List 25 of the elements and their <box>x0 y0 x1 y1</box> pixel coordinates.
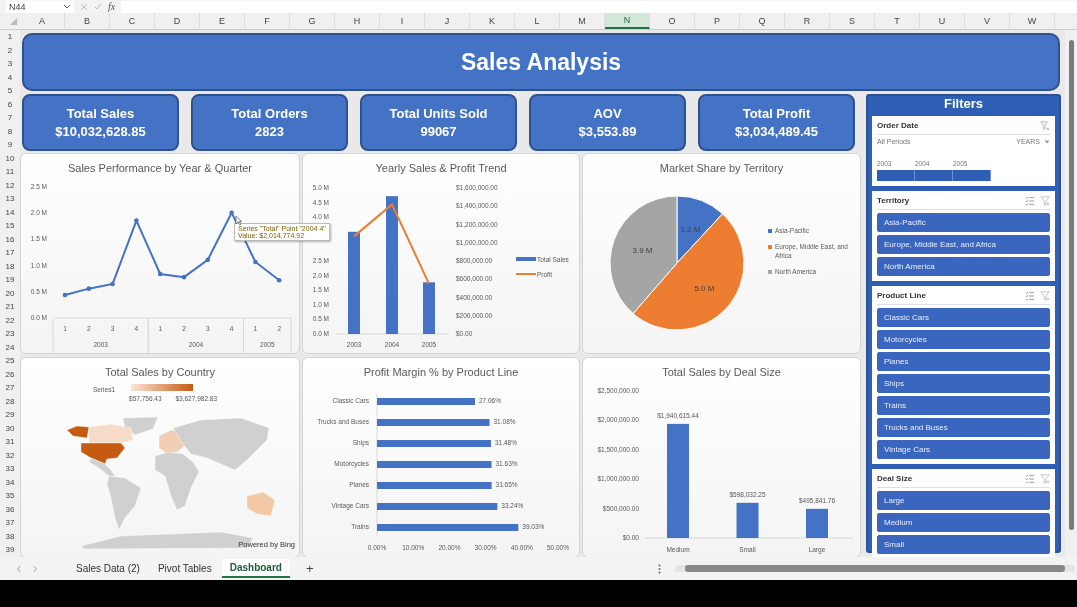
slicer-title: Product Line <box>877 291 927 300</box>
dashboard-title: Sales Analysis <box>22 33 1060 91</box>
chart-title: Total Sales by Deal Size <box>661 365 782 380</box>
data-label: 3.9 M <box>632 246 653 256</box>
chart-title: Profit Margin % by Product Line <box>362 365 520 380</box>
slicer-title: Territory <box>877 196 911 205</box>
kpi-value: $3,553.89 <box>578 124 637 139</box>
kpi-label: Total Profit <box>742 106 811 121</box>
kpi-value: $3,034,489.45 <box>734 124 819 139</box>
filters-title: Filters <box>943 96 984 111</box>
chart-title: Yearly Sales & Profit Trend <box>374 161 508 176</box>
data-label: 1.2 M <box>680 224 701 234</box>
chart-title: Sales Performance by Year & Quarter <box>66 161 253 176</box>
chart-title: Total Sales by Country <box>103 365 217 380</box>
kpi-label: Total Sales <box>66 106 135 121</box>
chart-title: Market Share by Territory <box>658 161 785 176</box>
data-label: 5.0 M <box>694 283 715 293</box>
kpi-value: 2823 <box>255 124 284 139</box>
kpi-label: AOV <box>593 106 622 121</box>
kpi-value: $10,032,628.85 <box>55 124 146 139</box>
kpi-value: 99067 <box>420 124 457 139</box>
kpi-label: Total Orders <box>231 106 308 121</box>
slicer-title: Deal Size <box>877 474 914 483</box>
slicer-title: Order Date <box>877 121 920 130</box>
kpi-label: Total Units Sold <box>389 106 488 121</box>
